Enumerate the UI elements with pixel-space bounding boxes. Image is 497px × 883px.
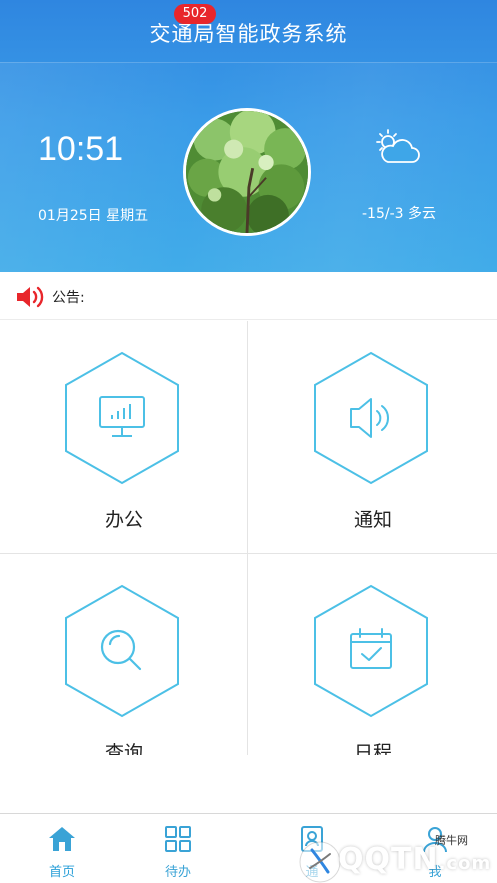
avatar[interactable] bbox=[183, 108, 311, 236]
speaker-icon bbox=[17, 286, 44, 308]
module-query[interactable]: 查询 bbox=[0, 554, 248, 755]
notice-bar[interactable]: 公告: bbox=[0, 272, 497, 320]
tab-label: 待办 bbox=[164, 865, 191, 880]
module-label: 办公 bbox=[104, 509, 143, 531]
hexagon-frame bbox=[314, 584, 428, 718]
clock-time: 10:51 bbox=[38, 130, 124, 168]
speaker-icon bbox=[350, 398, 389, 438]
partly-cloudy-icon bbox=[376, 129, 420, 163]
hexagon-frame bbox=[65, 584, 179, 718]
grid-icon bbox=[165, 826, 191, 852]
monitor-chart-icon bbox=[99, 396, 145, 437]
module-label: 查询 bbox=[104, 742, 143, 755]
weather-text: -15/-3 多云 bbox=[362, 206, 436, 222]
grid-divider-vertical bbox=[247, 321, 248, 755]
avatar-tree-image bbox=[186, 111, 308, 233]
grid-divider-horizontal bbox=[0, 553, 497, 554]
module-grid: 办公 通知 查询 日程 bbox=[0, 321, 497, 755]
module-schedule[interactable]: 日程 bbox=[249, 554, 497, 755]
calendar-check-icon bbox=[350, 628, 392, 669]
header-banner: 交通局智能政务系统 10:51 01月25日 星期五 -15/-3 多云 bbox=[0, 0, 497, 272]
module-grid-viewport: 办公 通知 查询 日程 bbox=[0, 321, 497, 755]
module-label: 通知 bbox=[353, 509, 392, 531]
tab-label: 首页 bbox=[48, 865, 75, 880]
tab-todo[interactable]: 待办 bbox=[116, 814, 240, 883]
tab-home[interactable]: 首页 bbox=[0, 814, 124, 883]
watermark-text: QQTN.com bbox=[338, 842, 492, 877]
notice-label: 公告: bbox=[52, 290, 85, 306]
title-divider bbox=[0, 62, 497, 63]
home-icon bbox=[49, 827, 75, 851]
module-office[interactable]: 办公 bbox=[0, 321, 248, 554]
clock-date: 01月25日 星期五 bbox=[38, 208, 149, 224]
module-label: 日程 bbox=[353, 742, 392, 755]
hexagon-frame bbox=[314, 351, 428, 485]
watermark-small-text: 腾牛网 bbox=[435, 834, 468, 847]
todo-badge: 502 bbox=[174, 4, 216, 24]
search-icon bbox=[100, 629, 142, 671]
module-notify[interactable]: 通知 bbox=[249, 321, 497, 554]
app-title: 交通局智能政务系统 bbox=[149, 22, 348, 46]
hexagon-frame bbox=[65, 351, 179, 485]
